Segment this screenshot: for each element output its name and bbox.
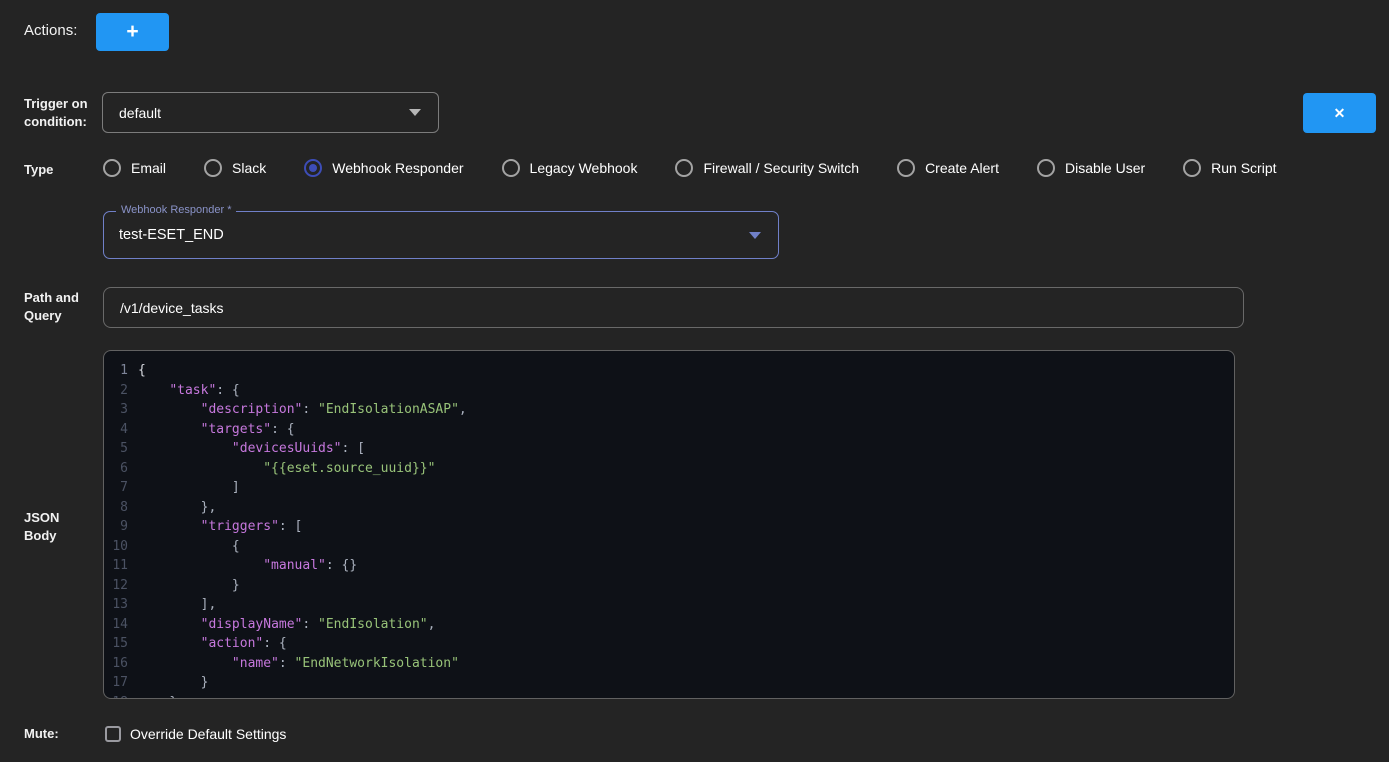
radio-label: Slack (232, 160, 266, 176)
code-line: 9 "triggers": [ (104, 517, 1234, 537)
type-option-firewall-security-switch[interactable]: Firewall / Security Switch (675, 159, 859, 177)
code-line: 7 ] (104, 478, 1234, 498)
chevron-down-icon (749, 232, 761, 239)
code-line: 13 ], (104, 595, 1234, 615)
radio-label: Webhook Responder (332, 160, 463, 176)
add-action-button[interactable]: + (96, 13, 169, 51)
plus-icon: + (126, 20, 138, 44)
close-icon: ✕ (1334, 105, 1346, 122)
radio-label: Create Alert (925, 160, 999, 176)
type-options: Email Slack Webhook Responder Legacy Webhoo… (103, 153, 1277, 183)
chevron-down-icon (409, 109, 421, 116)
trigger-condition-value: default (103, 105, 409, 121)
json-body-label: JSON Body (24, 509, 59, 545)
code-line: 4 "targets": { (104, 420, 1234, 440)
code-line: 11 "manual": {} (104, 556, 1234, 576)
radio-icon (304, 159, 322, 177)
radio-label: Email (131, 160, 166, 176)
webhook-responder-select[interactable]: Webhook Responder * test-ESET_END (103, 211, 779, 259)
path-query-label: Path and Query (24, 289, 79, 325)
radio-icon (675, 159, 693, 177)
action-config-panel: Actions: + Trigger on condition: default… (0, 0, 1389, 762)
type-option-create-alert[interactable]: Create Alert (897, 159, 999, 177)
code-line: 1{ (104, 361, 1234, 381)
code-line: 12 } (104, 576, 1234, 596)
code-line: 2 "task": { (104, 381, 1234, 401)
radio-icon (103, 159, 121, 177)
remove-action-button[interactable]: ✕ (1303, 93, 1376, 133)
type-option-disable-user[interactable]: Disable User (1037, 159, 1145, 177)
type-label: Type (24, 161, 53, 179)
code-line: 5 "devicesUuids": [ (104, 439, 1234, 459)
radio-icon (897, 159, 915, 177)
radio-icon (502, 159, 520, 177)
type-option-legacy-webhook[interactable]: Legacy Webhook (502, 159, 638, 177)
code-line: 3 "description": "EndIsolationASAP", (104, 400, 1234, 420)
type-option-email[interactable]: Email (103, 159, 166, 177)
code-line: 18 } (104, 693, 1234, 700)
path-query-input[interactable] (103, 287, 1244, 328)
radio-label: Legacy Webhook (530, 160, 638, 176)
webhook-responder-float-label: Webhook Responder * (116, 204, 236, 216)
radio-label: Firewall / Security Switch (703, 160, 859, 176)
radio-icon (1183, 159, 1201, 177)
code-line: 14 "displayName": "EndIsolation", (104, 615, 1234, 635)
radio-label: Disable User (1065, 160, 1145, 176)
radio-icon (1037, 159, 1055, 177)
json-editor-lines: 1{2 "task": {3 "description": "EndIsolat… (104, 361, 1234, 699)
type-option-run-script[interactable]: Run Script (1183, 159, 1276, 177)
mute-label: Mute: (24, 725, 59, 743)
code-line: 8 }, (104, 498, 1234, 518)
override-default-settings-checkbox[interactable] (105, 726, 121, 742)
type-option-webhook-responder[interactable]: Webhook Responder (304, 159, 463, 177)
trigger-condition-select[interactable]: default (102, 92, 439, 133)
override-default-settings-label[interactable]: Override Default Settings (130, 726, 286, 742)
trigger-condition-label: Trigger on condition: (24, 95, 88, 131)
code-line: 6 "{{eset.source_uuid}}" (104, 459, 1234, 479)
code-line: 17 } (104, 673, 1234, 693)
type-option-slack[interactable]: Slack (204, 159, 266, 177)
json-body-editor[interactable]: 1{2 "task": {3 "description": "EndIsolat… (103, 350, 1235, 699)
code-line: 16 "name": "EndNetworkIsolation" (104, 654, 1234, 674)
actions-label: Actions: (24, 22, 77, 39)
webhook-responder-value: test-ESET_END (104, 227, 749, 243)
code-line: 15 "action": { (104, 634, 1234, 654)
radio-label: Run Script (1211, 160, 1276, 176)
radio-icon (204, 159, 222, 177)
code-line: 10 { (104, 537, 1234, 557)
